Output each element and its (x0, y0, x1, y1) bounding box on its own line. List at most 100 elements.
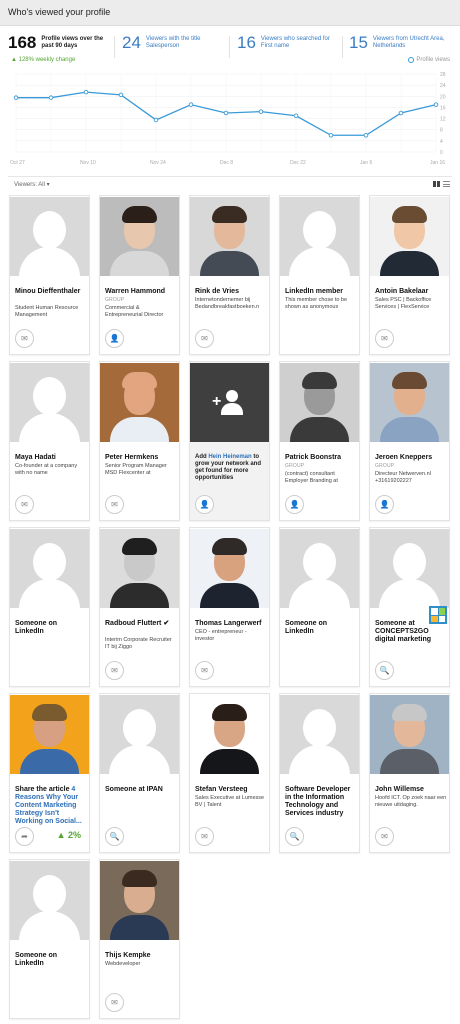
viewer-card[interactable]: Thomas Langerwerf CEO - entrepreneur - in… (189, 527, 270, 687)
viewer-card[interactable]: Maya Hadati Co-founder at a company with … (9, 361, 90, 521)
viewer-name[interactable]: Share the article 4 Reasons Why Your Con… (15, 786, 87, 826)
avatar[interactable] (370, 695, 449, 774)
default-avatar[interactable] (10, 197, 89, 276)
viewer-name[interactable]: Someone at IPAN (105, 786, 177, 794)
connect-button[interactable]: 👤 (105, 329, 124, 348)
avatar[interactable] (370, 197, 449, 276)
viewer-card[interactable]: Someone on LinkedIn (9, 527, 90, 687)
profile-photo (190, 529, 269, 608)
stat-search-filter[interactable]: 16 Viewers who searched for First name (237, 34, 336, 52)
send-message-button[interactable]: ✉ (15, 329, 34, 348)
connect-button[interactable]: 👤 (195, 495, 214, 514)
grid-view-icon[interactable] (433, 181, 440, 187)
send-message-button[interactable]: ✉ (375, 329, 394, 348)
send-message-button[interactable]: ✉ (15, 495, 34, 514)
viewer-name-text: Jeroen Kneppers (375, 454, 433, 461)
viewer-card[interactable]: Software Developer in the Information Te… (279, 693, 360, 853)
viewer-headline: Interim Corporate Recruiter IT bij Ziggo (105, 637, 177, 651)
viewer-name[interactable]: Rink de Vries (195, 288, 267, 296)
viewer-name[interactable]: Peter Hermkens (105, 454, 177, 462)
viewer-card[interactable]: Thijs Kempke Webdeveloper ✉ (99, 859, 180, 1019)
viewer-name[interactable]: Radboud Fluttert ✔ (105, 620, 177, 628)
stat-title-filter[interactable]: 24 Viewers with the title Salesperson (122, 34, 221, 52)
send-message-button[interactable]: ✉ (375, 827, 394, 846)
viewer-name[interactable]: Software Developer in the Information Te… (285, 786, 357, 818)
list-view-icon[interactable] (443, 181, 450, 187)
send-message-button[interactable]: ✉ (105, 495, 124, 514)
avatar[interactable] (100, 363, 179, 442)
search-button[interactable]: 🔍 (375, 661, 394, 680)
viewer-card[interactable]: Patrick Boonstra GROUP (contract) consult… (279, 361, 360, 521)
viewer-card[interactable]: Warren Hammond GROUP Commercial & Entrepr… (99, 195, 180, 355)
viewer-card[interactable]: Rink de Vries Internetondernemer bij Beda… (189, 195, 270, 355)
viewer-card[interactable]: Someone at CONCEPTS2GO digital marketing… (369, 527, 450, 687)
send-message-button[interactable]: ✉ (195, 329, 214, 348)
viewer-card[interactable]: Share the article 4 Reasons Why Your Con… (9, 693, 90, 853)
default-avatar[interactable] (10, 861, 89, 940)
search-button[interactable]: 🔍 (105, 827, 124, 846)
share-button[interactable]: ➦ (15, 827, 34, 846)
viewer-card[interactable]: Jeroen Kneppers GROUP Directeur Netwerven… (369, 361, 450, 521)
viewer-card[interactable]: Peter Hermkens Senior Program Manager MSD… (99, 361, 180, 521)
viewer-card[interactable]: Someone at IPAN 🔍 (99, 693, 180, 853)
send-message-button[interactable]: ✉ (195, 661, 214, 680)
viewer-card[interactable]: Minou Dieffenthaler Student Human Resourc… (9, 195, 90, 355)
send-message-button[interactable]: ✉ (195, 827, 214, 846)
avatar[interactable] (190, 529, 269, 608)
default-avatar[interactable] (370, 529, 449, 608)
viewer-name[interactable]: Someone on LinkedIn (15, 952, 87, 968)
divider (114, 36, 115, 58)
viewer-name[interactable]: Someone at CONCEPTS2GO digital marketing (375, 620, 447, 644)
avatar[interactable] (10, 695, 89, 774)
avatar[interactable] (370, 363, 449, 442)
viewer-name-text: John Willemse (375, 786, 424, 793)
viewer-headline: CEO - entrepreneur - investor (195, 629, 267, 643)
viewer-card[interactable]: Stefan Versteeg Sales Executive at Lumess… (189, 693, 270, 853)
default-avatar[interactable] (280, 197, 359, 276)
send-message-button[interactable]: ✉ (105, 661, 124, 680)
avatar[interactable] (190, 197, 269, 276)
default-avatar[interactable] (10, 529, 89, 608)
viewer-name[interactable]: LinkedIn member (285, 288, 357, 296)
avatar[interactable] (100, 861, 179, 940)
viewer-card[interactable]: Someone on LinkedIn (279, 527, 360, 687)
add-connection-banner[interactable]: + (190, 363, 269, 442)
viewer-name[interactable]: Warren Hammond GROUP (105, 288, 177, 304)
viewer-card[interactable]: Antoin Bakelaar Sales PSC | Backoffice Se… (369, 195, 450, 355)
viewer-name[interactable]: Antoin Bakelaar (375, 288, 447, 296)
viewer-name[interactable]: Thomas Langerwerf (195, 620, 267, 628)
default-avatar[interactable] (280, 529, 359, 608)
viewer-name[interactable]: Jeroen Kneppers GROUP (375, 454, 447, 470)
viewer-name[interactable]: Minou Dieffenthaler (15, 288, 87, 296)
search-button[interactable]: 🔍 (285, 827, 304, 846)
viewer-name[interactable]: Patrick Boonstra GROUP (285, 454, 357, 470)
connect-button[interactable]: 👤 (375, 495, 394, 514)
avatar[interactable] (190, 695, 269, 774)
viewer-card[interactable]: Radboud Fluttert ✔ Interim Corporate Recr… (99, 527, 180, 687)
viewer-name[interactable]: Someone on LinkedIn (15, 620, 87, 636)
y-tick-label: 12 (440, 117, 446, 123)
viewer-card[interactable]: LinkedIn member This member chose to be s… (279, 195, 360, 355)
headline-text: Sales Executive at Lumesse BV | Talent (195, 795, 265, 808)
default-avatar[interactable] (280, 695, 359, 774)
viewer-name[interactable]: John Willemse (375, 786, 447, 794)
viewer-name[interactable]: Someone on LinkedIn (285, 620, 357, 636)
viewer-name[interactable]: Maya Hadati (15, 454, 87, 462)
viewer-card[interactable]: John Willemse Hoofd ICT. Op zoek naar een… (369, 693, 450, 853)
avatar[interactable] (280, 363, 359, 442)
suggested-person-link[interactable]: Hein Heineman (208, 454, 251, 460)
viewer-card[interactable]: Someone on LinkedIn (9, 859, 90, 1019)
silhouette-icon (10, 529, 89, 608)
share-icon: ➦ (21, 831, 28, 841)
avatar[interactable] (100, 197, 179, 276)
default-avatar[interactable] (100, 695, 179, 774)
stat-location-filter[interactable]: 15 Viewers from Utrecht Area, Netherland… (349, 34, 448, 52)
viewers-filter-dropdown[interactable]: Viewers: All ▾ (14, 181, 50, 188)
connect-button[interactable]: 👤 (285, 495, 304, 514)
viewer-name[interactable]: Stefan Versteeg (195, 786, 267, 794)
send-message-button[interactable]: ✉ (105, 993, 124, 1012)
viewer-card[interactable]: + Add Hein Heineman to grow your network … (189, 361, 270, 521)
viewer-name[interactable]: Thijs Kempke (105, 952, 177, 960)
default-avatar[interactable] (10, 363, 89, 442)
avatar[interactable] (100, 529, 179, 608)
